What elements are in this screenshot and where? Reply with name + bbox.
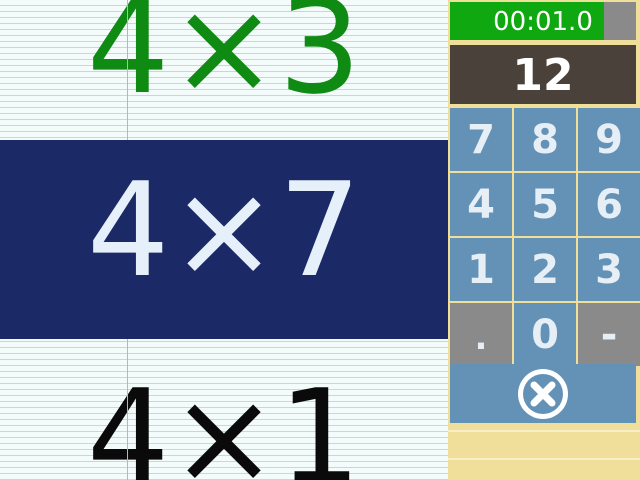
close-circle-icon <box>518 368 568 419</box>
key-minus[interactable]: - <box>578 303 640 366</box>
previous-problem: 4×3 <box>86 0 362 123</box>
key-5[interactable]: 5 <box>514 173 576 236</box>
key-1[interactable]: 1 <box>450 238 512 301</box>
key-6[interactable]: 6 <box>578 173 640 236</box>
key-9[interactable]: 9 <box>578 108 640 171</box>
timer-bar: 00:01.0 <box>450 2 636 40</box>
answer-display: 12 <box>450 45 636 104</box>
panel-divider <box>448 430 640 432</box>
key-7[interactable]: 7 <box>450 108 512 171</box>
clear-button[interactable] <box>450 364 636 423</box>
key-3[interactable]: 3 <box>578 238 640 301</box>
key-2[interactable]: 2 <box>514 238 576 301</box>
panel-divider <box>448 458 640 460</box>
current-problem: 4×7 <box>86 154 362 306</box>
key-0[interactable]: 0 <box>514 303 576 366</box>
key-8[interactable]: 8 <box>514 108 576 171</box>
key-4[interactable]: 4 <box>450 173 512 236</box>
problem-area: 4×3 4×7 4×1 <box>0 0 448 480</box>
next-problem: 4×1 <box>86 361 362 480</box>
timer-text: 00:01.0 <box>493 7 593 37</box>
input-panel: 00:01.0 12 7 8 9 4 5 6 1 2 3 . 0 - <box>448 0 640 480</box>
numeric-keypad: 7 8 9 4 5 6 1 2 3 . 0 - <box>450 108 640 366</box>
key-decimal-point[interactable]: . <box>450 303 512 366</box>
